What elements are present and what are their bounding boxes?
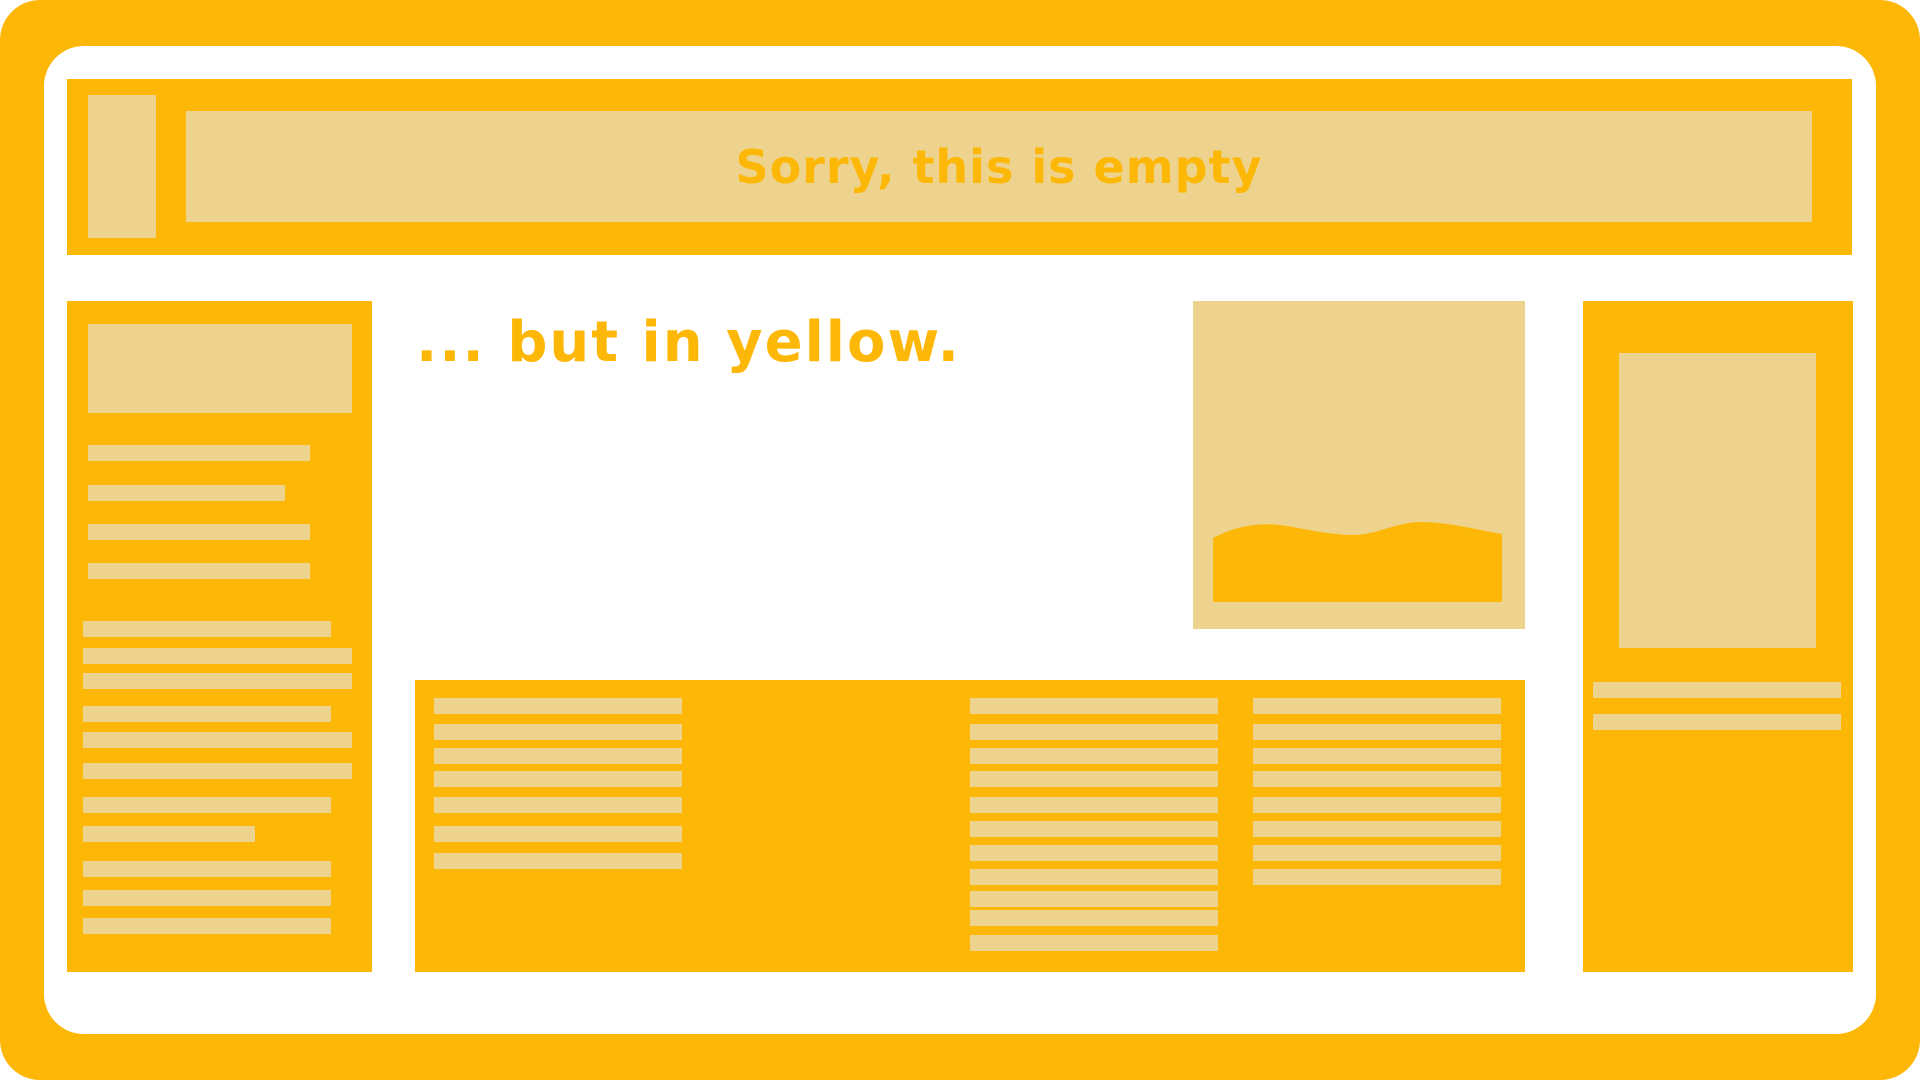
sidebar-text-line [83,763,352,779]
list-item[interactable] [970,698,1218,714]
sidebar-header-placeholder [88,324,352,413]
right-sidebar-line [1593,682,1841,698]
list-item[interactable] [434,698,682,714]
sidebar-item[interactable] [88,524,310,540]
sidebar-item[interactable] [88,563,310,579]
list-item[interactable] [970,869,1218,885]
image-placeholder [1193,301,1525,629]
list-item[interactable] [970,821,1218,837]
sidebar-text-line [83,648,352,664]
list-item[interactable] [970,845,1218,861]
list-item[interactable] [1253,771,1501,787]
logo-placeholder[interactable] [88,95,156,238]
list-item[interactable] [434,748,682,764]
list-item[interactable] [434,853,682,869]
sidebar-item[interactable] [88,445,310,461]
header-banner: Sorry, this is empty [186,111,1812,222]
sidebar-text-line [83,673,352,689]
list-item[interactable] [970,748,1218,764]
landscape-image-icon [1213,521,1502,602]
sidebar-text-line [83,861,331,877]
list-item[interactable] [1253,845,1501,861]
list-item[interactable] [434,771,682,787]
sidebar-text-line [83,826,255,842]
page-title: Sorry, this is empty [735,139,1263,194]
sidebar-text-line [83,706,331,722]
list-item[interactable] [1253,821,1501,837]
list-item[interactable] [1253,797,1501,813]
sidebar-item[interactable] [88,485,285,501]
sidebar-text-line [83,732,352,748]
list-item[interactable] [1253,724,1501,740]
list-item[interactable] [434,826,682,842]
sidebar-text-line [83,890,331,906]
list-item[interactable] [434,724,682,740]
main-heading: ... but in yellow. [416,310,961,375]
list-item[interactable] [970,891,1218,907]
sidebar-text-line [83,797,331,813]
sidebar-text-line [83,918,331,934]
list-item[interactable] [1253,698,1501,714]
list-item[interactable] [970,797,1218,813]
list-item[interactable] [1253,748,1501,764]
right-sidebar-card[interactable] [1619,353,1816,648]
list-item[interactable] [970,910,1218,926]
list-item[interactable] [970,771,1218,787]
list-item[interactable] [1253,869,1501,885]
right-sidebar-line [1593,714,1841,730]
list-item[interactable] [970,935,1218,951]
sidebar-text-line [83,621,331,637]
list-item[interactable] [434,797,682,813]
list-item[interactable] [970,724,1218,740]
